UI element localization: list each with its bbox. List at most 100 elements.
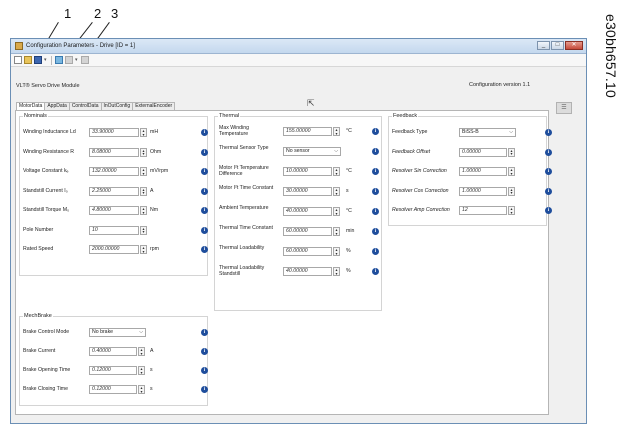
spinner-arrows-icon[interactable]: ▴ ▾ <box>333 227 340 236</box>
export-icon[interactable] <box>65 56 73 64</box>
spinner-arrows-icon[interactable]: ▴ ▾ <box>333 167 340 176</box>
value-dropdown[interactable]: No brake ⌵ <box>89 328 146 337</box>
tab-externalencoder[interactable]: ExternalEncoder <box>132 102 176 110</box>
value-input[interactable]: 30.00000 <box>283 187 332 196</box>
unit-label: rpm <box>150 246 159 252</box>
tab-controldata[interactable]: ControlData <box>68 102 102 110</box>
feedback-group: Feedback Feedback Type BiSS-B ⌵ i Feedback O… <box>388 113 552 226</box>
value-input[interactable]: 33.90000 <box>89 128 139 137</box>
info-icon[interactable]: i <box>372 188 379 195</box>
spinner-arrows-icon[interactable]: ▴ ▾ <box>140 147 147 157</box>
value-input[interactable]: 4.80000 <box>89 206 139 215</box>
info-icon[interactable]: i <box>201 207 208 214</box>
spinner-arrows-icon[interactable]: ▴ ▾ <box>333 187 340 196</box>
parameter-grid-icon[interactable] <box>55 56 63 64</box>
spinner-arrows-icon[interactable]: ▴ ▾ <box>140 245 147 254</box>
minimize-button[interactable]: _ <box>537 41 550 50</box>
value-input[interactable]: 0.40000 <box>89 347 137 356</box>
value-input[interactable]: 2.25000 <box>89 186 139 196</box>
info-icon[interactable]: i <box>545 168 552 175</box>
import-icon[interactable] <box>81 56 89 64</box>
spinner-arrows-icon[interactable]: ▴ ▾ <box>508 147 515 157</box>
export-dropdown-icon[interactable]: ▾ <box>75 57 79 63</box>
form-row: Feedback Type BiSS-B ⌵ i <box>392 128 552 140</box>
value-input[interactable]: 2000.00000 <box>89 245 139 254</box>
value-input[interactable]: 0.12000 <box>89 366 137 375</box>
spinner-arrows-icon[interactable]: ▴ ▾ <box>140 186 147 196</box>
info-icon[interactable]: i <box>201 148 208 156</box>
value-input[interactable]: 10.00000 <box>283 167 332 176</box>
spinner-arrows-icon[interactable]: ▴ ▾ <box>333 247 340 256</box>
info-icon[interactable]: i <box>372 208 379 215</box>
info-icon[interactable]: i <box>201 367 208 374</box>
info-icon[interactable]: i <box>545 207 552 214</box>
value-input[interactable]: 12 <box>459 206 507 215</box>
value-dropdown[interactable]: No sensor ⌵ <box>283 147 341 156</box>
value-input[interactable]: 1.00000 <box>459 167 507 176</box>
client-area: VLT® Servo Drive Module Configuration ve… <box>11 69 586 423</box>
open-folder-icon[interactable] <box>24 56 32 64</box>
info-icon[interactable]: i <box>201 187 208 195</box>
field-label: Resolver Cos Correction <box>392 187 449 194</box>
new-file-icon[interactable] <box>14 56 22 64</box>
value-input[interactable]: 60.00000 <box>283 247 332 256</box>
info-icon[interactable]: i <box>372 128 379 135</box>
info-icon[interactable]: i <box>372 268 379 275</box>
tab-motordata[interactable]: MotorData <box>16 102 46 110</box>
save-icon[interactable] <box>34 56 42 64</box>
info-icon[interactable]: i <box>201 246 208 253</box>
field-label: Brake Control Mode <box>23 329 70 335</box>
spinner-arrows-icon[interactable]: ▴ ▾ <box>508 186 515 196</box>
spinner-arrows-icon[interactable]: ▴ ▾ <box>508 167 515 176</box>
info-icon[interactable]: i <box>201 226 208 234</box>
value-dropdown[interactable]: BiSS-B ⌵ <box>459 128 516 137</box>
info-icon[interactable]: i <box>545 187 552 195</box>
value-input[interactable]: 10 <box>89 225 139 235</box>
info-icon[interactable]: i <box>201 348 208 355</box>
info-icon[interactable]: i <box>201 386 208 393</box>
spinner-arrows-icon[interactable]: ▴ ▾ <box>140 225 147 235</box>
chevron-down-icon: ⌵ <box>334 148 338 154</box>
spinner-arrows-icon[interactable]: ▴ ▾ <box>138 347 145 356</box>
value-input[interactable]: 1.00000 <box>459 186 507 196</box>
value-input[interactable]: 155.00000 <box>283 127 332 136</box>
save-dropdown-icon[interactable]: ▾ <box>44 57 48 63</box>
info-icon[interactable]: i <box>545 129 552 136</box>
tab-appdata[interactable]: AppData <box>44 102 70 110</box>
title-bar[interactable]: Configuration Parameters - Drive [ID = 1… <box>11 39 586 54</box>
spinner-arrows-icon[interactable]: ▴ ▾ <box>333 127 340 136</box>
info-icon[interactable]: i <box>372 228 379 235</box>
form-row: Brake Closing Time 0.12000 ▴ ▾ s i <box>23 385 208 397</box>
value-input[interactable]: 0.12000 <box>89 385 137 394</box>
spinner-arrows-icon[interactable]: ▴ ▾ <box>140 167 147 176</box>
info-icon[interactable]: i <box>372 168 379 175</box>
spinner-arrows-icon[interactable]: ▴ ▾ <box>138 385 145 394</box>
info-icon[interactable]: i <box>201 329 208 336</box>
value-input[interactable]: 8.08000 <box>89 147 139 157</box>
field-label: Thermal Time Constant <box>219 225 273 231</box>
chevron-down-icon: ⌵ <box>509 129 513 135</box>
info-icon[interactable]: i <box>545 148 552 156</box>
info-icon[interactable]: i <box>372 248 379 255</box>
info-icon[interactable]: i <box>201 168 208 175</box>
spinner-arrows-icon[interactable]: ▴ ▾ <box>140 128 147 137</box>
info-icon[interactable]: i <box>201 129 208 136</box>
spinner-arrows-icon[interactable]: ▴ ▾ <box>138 366 145 375</box>
maximize-button[interactable]: □ <box>551 41 564 50</box>
value-input[interactable]: 60.00000 <box>283 227 332 236</box>
spinner-arrows-icon[interactable]: ▴ ▾ <box>333 207 340 216</box>
value-input[interactable]: 132.00000 <box>89 167 139 176</box>
field-label: Thermal Loadability Standstill <box>219 265 265 277</box>
close-button[interactable]: ✕ <box>565 41 583 50</box>
spinner-arrows-icon[interactable]: ▴ ▾ <box>140 206 147 215</box>
side-panel-button[interactable]: ☰ <box>556 102 572 114</box>
value-input[interactable]: 40.00000 <box>283 267 332 276</box>
info-icon[interactable]: i <box>372 148 379 155</box>
value-input[interactable]: 0.00000 <box>459 147 507 157</box>
tab-inoutconfig[interactable]: InOutConfig <box>100 102 134 110</box>
feedback-title: Feedback <box>392 113 419 119</box>
value-input[interactable]: 40.00000 <box>283 207 332 216</box>
spinner-arrows-icon[interactable]: ▴ ▾ <box>333 267 340 276</box>
spinner-arrows-icon[interactable]: ▴ ▾ <box>508 206 515 215</box>
field-label: Winding Inductance Ld <box>23 129 76 135</box>
